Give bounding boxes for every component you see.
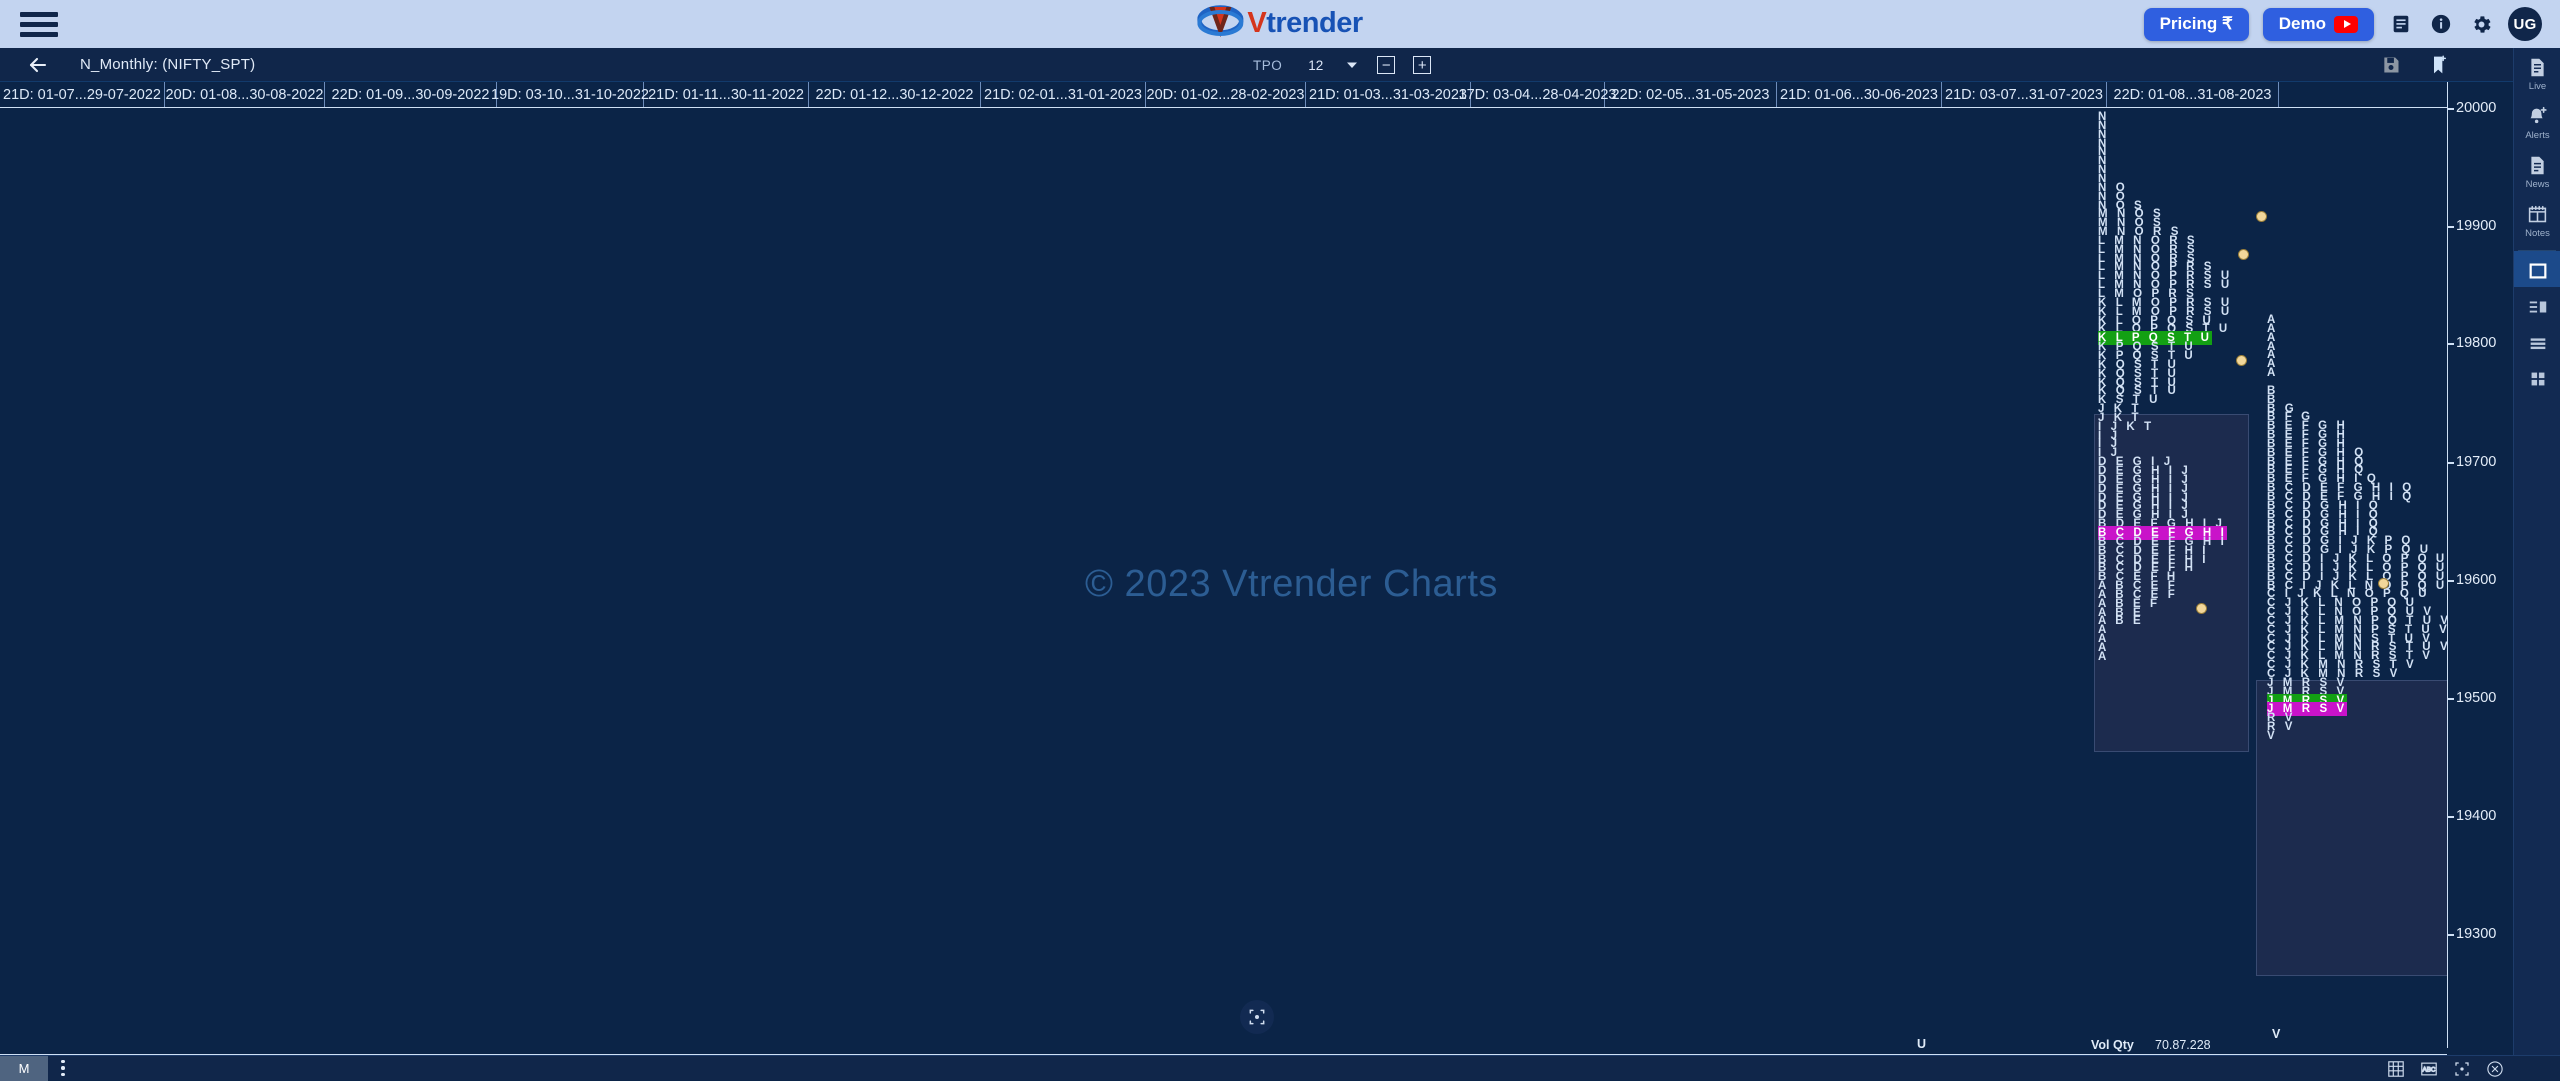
footer-right-letter: V xyxy=(2272,1027,2280,1041)
price-axis[interactable]: 20000 19900 19800 19700 19600 19500 19400 19300 xyxy=(2447,82,2513,1048)
info-icon[interactable] xyxy=(2428,11,2454,37)
tpo-chart-canvas[interactable]: © 2023 Vtrender Charts NNNNNNNNN ON ON O… xyxy=(0,108,2447,1048)
youtube-play-icon xyxy=(2334,16,2358,33)
vtrender-logo-icon xyxy=(1197,3,1243,43)
bookmark-add-icon[interactable] xyxy=(2426,52,2452,78)
tpo-increase-button[interactable]: + xyxy=(1413,56,1431,74)
back-arrow-icon[interactable] xyxy=(26,53,50,77)
date-header-cell[interactable]: 21D: 01-07...29-07-2022 xyxy=(0,82,165,107)
footer-readout: U Vol Qty 70.87.228 V xyxy=(0,1037,2513,1055)
top-bar-actions: Pricing ₹ Demo UG xyxy=(2144,0,2542,48)
sidebar-item-alerts[interactable]: Alerts xyxy=(2514,97,2560,146)
price-tick: 19700 xyxy=(2456,454,2496,470)
abc-text-icon[interactable]: ABC xyxy=(2419,1059,2438,1078)
date-header-cell[interactable]: 21D: 03-07...31-07-2023 xyxy=(1942,82,2107,107)
status-bar-actions: ABC xyxy=(2386,1056,2504,1081)
profile-open-close-marker-icon xyxy=(2238,249,2249,260)
date-header-cell[interactable]: 22D: 01-12...30-12-2022 xyxy=(809,82,981,107)
tpo-value[interactable]: 12 xyxy=(1308,58,1323,73)
date-header-strip: 21D: 01-07...29-07-202220D: 01-08...30-0… xyxy=(0,82,2447,108)
sidebar-item-news[interactable]: News xyxy=(2514,146,2560,195)
sidebar-label-notes: Notes xyxy=(2525,228,2550,239)
hamburger-line xyxy=(20,32,58,37)
date-header-cell[interactable]: 19D: 03-10...31-10-2022 xyxy=(497,82,644,107)
layout-single-pane-icon[interactable] xyxy=(2514,251,2560,287)
tpo-label: TPO xyxy=(1253,58,1282,73)
table-grid-icon[interactable] xyxy=(2386,1059,2405,1078)
date-header-cell[interactable]: 21D: 01-03...31-03-2023 xyxy=(1306,82,1471,107)
close-circle-icon[interactable] xyxy=(2485,1059,2504,1078)
page-title: N_Monthly: (NIFTY_SPT) xyxy=(80,56,255,73)
top-bar: Vtrender Pricing ₹ Demo UG xyxy=(0,0,2560,48)
price-tick: 19500 xyxy=(2456,690,2496,706)
brand-text: Vtrender xyxy=(1247,3,1362,43)
brand-logo[interactable]: Vtrender xyxy=(1197,3,1362,43)
status-bar: M ABC xyxy=(0,1055,2560,1080)
hamburger-line xyxy=(20,12,58,17)
user-avatar[interactable]: UG xyxy=(2508,7,2542,41)
demo-button[interactable]: Demo xyxy=(2263,8,2374,41)
price-tick: 19600 xyxy=(2456,572,2496,588)
demo-label: Demo xyxy=(2279,14,2326,34)
crosshair-icon[interactable] xyxy=(2452,1059,2471,1078)
sidebar-label-alerts: Alerts xyxy=(2525,130,2549,141)
chart-toolbar: N_Monthly: (NIFTY_SPT) TPO 12 − + xyxy=(0,48,2560,82)
gear-icon[interactable] xyxy=(2468,11,2494,37)
brand-v: V xyxy=(1247,7,1266,39)
date-header-cell[interactable]: 22D: 02-05...31-05-2023 xyxy=(1605,82,1777,107)
layout-split-pane-icon[interactable] xyxy=(2514,287,2560,323)
tpo-controls: TPO 12 − + xyxy=(1253,48,1431,82)
price-tick: 20000 xyxy=(2456,100,2496,116)
tpo-letter-row: A xyxy=(2267,366,2278,380)
layout-grid-pane-icon[interactable] xyxy=(2514,359,2560,395)
sidebar-label-live: Live xyxy=(2529,81,2546,92)
document-icon[interactable] xyxy=(2388,11,2414,37)
tpo-letter-row: V xyxy=(2267,729,2278,743)
profile-open-close-marker-icon xyxy=(2196,603,2207,614)
footer-left-letter: U xyxy=(1917,1037,1926,1051)
brand-rest: trender xyxy=(1266,7,1362,39)
tpo-letter-row: A xyxy=(2098,650,2109,664)
profile-open-close-marker-icon xyxy=(2378,578,2389,589)
price-tick: 19800 xyxy=(2456,335,2496,351)
right-sidebar: Live Alerts News Notes xyxy=(2513,48,2560,1080)
date-header-cell[interactable]: 20D: 01-08...30-08-2022 xyxy=(165,82,325,107)
date-header-cell[interactable]: 22D: 01-09...30-09-2022 xyxy=(325,82,497,107)
pricing-label: Pricing ₹ xyxy=(2160,14,2233,34)
chevron-down-icon[interactable] xyxy=(1345,58,1359,72)
vol-qty-label: Vol Qty xyxy=(2091,1038,2134,1052)
save-floppy-icon[interactable] xyxy=(2378,52,2404,78)
crosshair-target-icon[interactable] xyxy=(1240,1000,1274,1034)
profile-open-close-marker-icon xyxy=(2236,355,2247,366)
watermark: © 2023 Vtrender Charts xyxy=(1085,563,1498,606)
date-header-cell[interactable]: 21D: 01-06...30-06-2023 xyxy=(1777,82,1942,107)
sidebar-label-news: News xyxy=(2526,179,2550,190)
hamburger-menu-icon[interactable] xyxy=(20,9,64,39)
layout-rows-pane-icon[interactable] xyxy=(2514,323,2560,359)
price-tick: 19300 xyxy=(2456,926,2496,942)
date-header-cell[interactable]: 21D: 01-11...30-11-2022 xyxy=(644,82,809,107)
pricing-button[interactable]: Pricing ₹ xyxy=(2144,8,2249,41)
price-tick: 19400 xyxy=(2456,808,2496,824)
vol-qty-value: 70.87.228 xyxy=(2155,1038,2211,1052)
sidebar-item-live[interactable]: Live xyxy=(2514,48,2560,97)
svg-text:ABC: ABC xyxy=(2422,1066,2435,1073)
tpo-decrease-button[interactable]: − xyxy=(1377,56,1395,74)
date-header-cell[interactable]: 22D: 01-08...31-08-2023 xyxy=(2107,82,2279,107)
date-header-cell[interactable]: 17D: 03-04...28-04-2023 xyxy=(1471,82,1605,107)
profile-open-close-marker-icon xyxy=(2256,211,2267,222)
timeframe-badge[interactable]: M xyxy=(0,1056,48,1081)
sidebar-item-notes[interactable]: Notes xyxy=(2514,195,2560,244)
price-tick: 19900 xyxy=(2456,218,2496,234)
date-header-cell[interactable]: 21D: 02-01...31-01-2023 xyxy=(981,82,1146,107)
more-options-icon[interactable] xyxy=(48,1056,78,1081)
date-header-cell[interactable]: 20D: 01-02...28-02-2023 xyxy=(1146,82,1306,107)
hamburger-line xyxy=(20,22,58,27)
avatar-initials: UG xyxy=(2513,16,2536,33)
toolbar-right-actions xyxy=(2378,48,2452,82)
